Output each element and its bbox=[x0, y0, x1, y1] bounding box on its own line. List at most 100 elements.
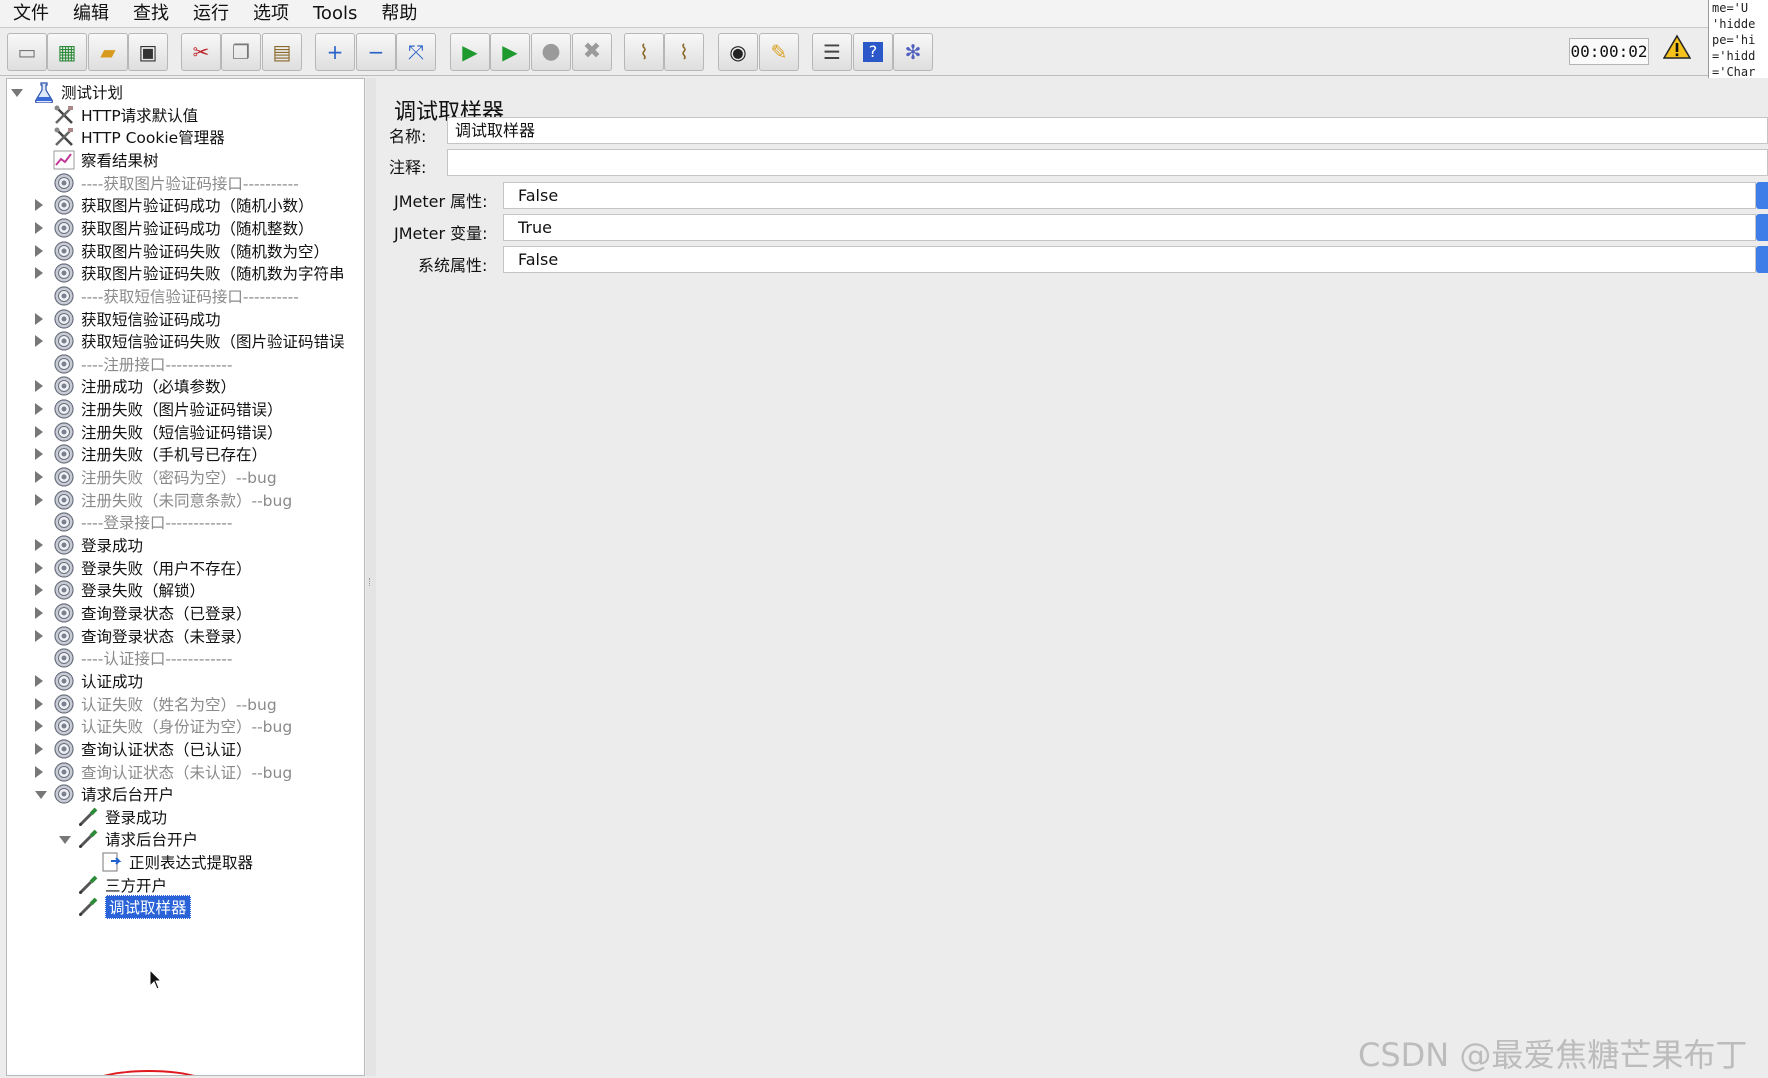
name-field[interactable]: 调试取样器 bbox=[447, 117, 1768, 144]
tree-node[interactable]: 注册失败（图片验证码错误） bbox=[53, 397, 283, 421]
jmeter-variables-dropdown-button[interactable] bbox=[1756, 214, 1768, 241]
tree-node[interactable]: 获取短信验证码失败（图片验证码错误 bbox=[53, 329, 345, 353]
tree-node[interactable]: 注册失败（密码为空）--bug bbox=[53, 465, 277, 489]
expand-toggle[interactable] bbox=[35, 335, 43, 347]
new-button[interactable]: ▭ bbox=[7, 33, 47, 71]
tree-node[interactable]: 获取图片验证码失败（随机数为字符串 bbox=[53, 261, 345, 285]
menu-item-3[interactable]: 运行 bbox=[181, 0, 241, 27]
tree-node[interactable]: 注册失败（短信验证码错误） bbox=[53, 420, 283, 444]
expand-toggle[interactable] bbox=[35, 313, 43, 325]
save-button[interactable]: ▣ bbox=[128, 33, 168, 71]
comment-field[interactable] bbox=[447, 149, 1768, 176]
start-button[interactable]: ▶ bbox=[450, 33, 490, 71]
tree-node[interactable]: ----登录接口------------ bbox=[53, 510, 233, 534]
search-button[interactable]: ◉ bbox=[718, 33, 758, 71]
function-helper-button[interactable]: ☰ bbox=[812, 33, 852, 71]
tree-node[interactable]: 认证失败（身份证为空）--bug bbox=[53, 714, 292, 738]
tree-node[interactable]: 登录失败（解锁） bbox=[53, 578, 205, 602]
jmeter-variables-select[interactable]: True bbox=[503, 214, 1756, 241]
collapse-toggle[interactable] bbox=[11, 89, 23, 97]
tree-node[interactable]: 注册成功（必填参数） bbox=[53, 374, 236, 398]
tree-node[interactable]: 查询认证状态（未认证）--bug bbox=[53, 760, 292, 784]
expand-button[interactable]: + bbox=[315, 33, 355, 71]
tree-node[interactable]: 请求后台开户 bbox=[77, 827, 198, 851]
tree-node[interactable]: 登录成功 bbox=[77, 805, 167, 829]
collapse-toggle[interactable] bbox=[35, 791, 47, 799]
expand-toggle[interactable] bbox=[35, 494, 43, 506]
open-button[interactable]: ▰ bbox=[88, 33, 128, 71]
tree-node[interactable]: 认证成功 bbox=[53, 669, 143, 693]
expand-toggle[interactable] bbox=[35, 426, 43, 438]
expand-toggle[interactable] bbox=[35, 380, 43, 392]
reset-search-button[interactable]: ✎ bbox=[759, 33, 799, 71]
expand-toggle[interactable] bbox=[35, 199, 43, 211]
remote-button[interactable]: ✻ bbox=[893, 33, 933, 71]
tree-node[interactable]: 获取图片验证码成功（随机整数） bbox=[53, 216, 314, 240]
expand-toggle[interactable] bbox=[35, 607, 43, 619]
templates-button[interactable]: ▦ bbox=[47, 33, 87, 71]
expand-toggle[interactable] bbox=[35, 630, 43, 642]
cut-button[interactable]: ✂ bbox=[181, 33, 221, 71]
tree-node[interactable]: 查询认证状态（已认证） bbox=[53, 737, 252, 761]
expand-toggle[interactable] bbox=[35, 584, 43, 596]
tree-node[interactable]: 注册失败（未同意条款）--bug bbox=[53, 488, 292, 512]
expand-toggle[interactable] bbox=[35, 245, 43, 257]
tree-node[interactable]: ----获取图片验证码接口---------- bbox=[53, 171, 299, 195]
tree-node[interactable]: HTTP请求默认值 bbox=[53, 103, 198, 127]
collapse-toggle[interactable] bbox=[59, 836, 71, 844]
expand-toggle[interactable] bbox=[35, 267, 43, 279]
menu-item-2[interactable]: 查找 bbox=[121, 0, 181, 27]
system-properties-dropdown-button[interactable] bbox=[1756, 246, 1768, 273]
tree-node[interactable]: HTTP Cookie管理器 bbox=[53, 125, 225, 149]
menu-item-4[interactable]: 选项 bbox=[241, 0, 301, 27]
paste-button[interactable]: ▤ bbox=[262, 33, 302, 71]
menu-item-5[interactable]: Tools bbox=[301, 0, 369, 27]
expand-toggle[interactable] bbox=[35, 539, 43, 551]
tree-node[interactable]: 认证失败（姓名为空）--bug bbox=[53, 692, 277, 716]
tree-node[interactable]: 测试计划 bbox=[33, 80, 123, 104]
expand-toggle[interactable] bbox=[35, 675, 43, 687]
tree-node[interactable]: 登录成功 bbox=[53, 533, 143, 557]
toggle-button[interactable]: ⤧ bbox=[396, 33, 436, 71]
clear-button[interactable]: ⌇ bbox=[624, 33, 664, 71]
expand-toggle[interactable] bbox=[35, 698, 43, 710]
expand-toggle[interactable] bbox=[35, 448, 43, 460]
tree-node[interactable]: 查询登录状态（已登录） bbox=[53, 601, 252, 625]
jmeter-properties-select[interactable]: False bbox=[503, 182, 1756, 209]
expand-toggle[interactable] bbox=[35, 743, 43, 755]
warning-icon[interactable] bbox=[1662, 34, 1692, 64]
panel-splitter[interactable] bbox=[366, 78, 376, 1076]
help-button[interactable]: ? bbox=[853, 33, 893, 71]
tree-node[interactable]: 获取图片验证码失败（随机数为空） bbox=[53, 239, 329, 263]
menu-item-6[interactable]: 帮助 bbox=[369, 0, 429, 27]
expand-toggle[interactable] bbox=[35, 471, 43, 483]
stop-button[interactable]: ● bbox=[531, 33, 571, 71]
expand-toggle[interactable] bbox=[35, 766, 43, 778]
tree-node[interactable]: ----获取短信验证码接口---------- bbox=[53, 284, 299, 308]
expand-toggle[interactable] bbox=[35, 720, 43, 732]
clear-all-button[interactable]: ⌇ bbox=[664, 33, 704, 71]
menu-item-1[interactable]: 编辑 bbox=[61, 0, 121, 27]
tree-node[interactable]: 调试取样器 bbox=[77, 895, 191, 919]
copy-button[interactable]: ❐ bbox=[221, 33, 261, 71]
tree-node[interactable]: 注册失败（手机号已存在） bbox=[53, 442, 267, 466]
tree-node[interactable]: 查询登录状态（未登录） bbox=[53, 624, 252, 648]
jmeter-properties-dropdown-button[interactable] bbox=[1756, 182, 1768, 209]
tree-node[interactable]: 正则表达式提取器 bbox=[101, 850, 253, 874]
expand-toggle[interactable] bbox=[35, 562, 43, 574]
shutdown-button[interactable]: ✖ bbox=[572, 33, 612, 71]
expand-toggle[interactable] bbox=[35, 222, 43, 234]
tree-node[interactable]: 察看结果树 bbox=[53, 148, 159, 172]
tree-node[interactable]: ----认证接口------------ bbox=[53, 646, 233, 670]
tree-node[interactable]: 登录失败（用户不存在） bbox=[53, 556, 252, 580]
start-no-pause-button[interactable]: ▶ bbox=[490, 33, 530, 71]
tree-node[interactable]: 请求后台开户 bbox=[53, 782, 174, 806]
collapse-button[interactable]: − bbox=[356, 33, 396, 71]
system-properties-select[interactable]: False bbox=[503, 246, 1756, 273]
tree-node[interactable]: 获取短信验证码成功 bbox=[53, 307, 221, 331]
expand-toggle[interactable] bbox=[35, 403, 43, 415]
test-plan-tree[interactable]: 测试计划 HTTP请求默认值 HTTP Cookie管理器 察看结果树 ----获取图片… bbox=[6, 78, 365, 1076]
menu-item-0[interactable]: 文件 bbox=[0, 0, 61, 27]
tree-node[interactable]: 三方开户 bbox=[77, 873, 167, 897]
tree-node[interactable]: 获取图片验证码成功（随机小数） bbox=[53, 193, 314, 217]
